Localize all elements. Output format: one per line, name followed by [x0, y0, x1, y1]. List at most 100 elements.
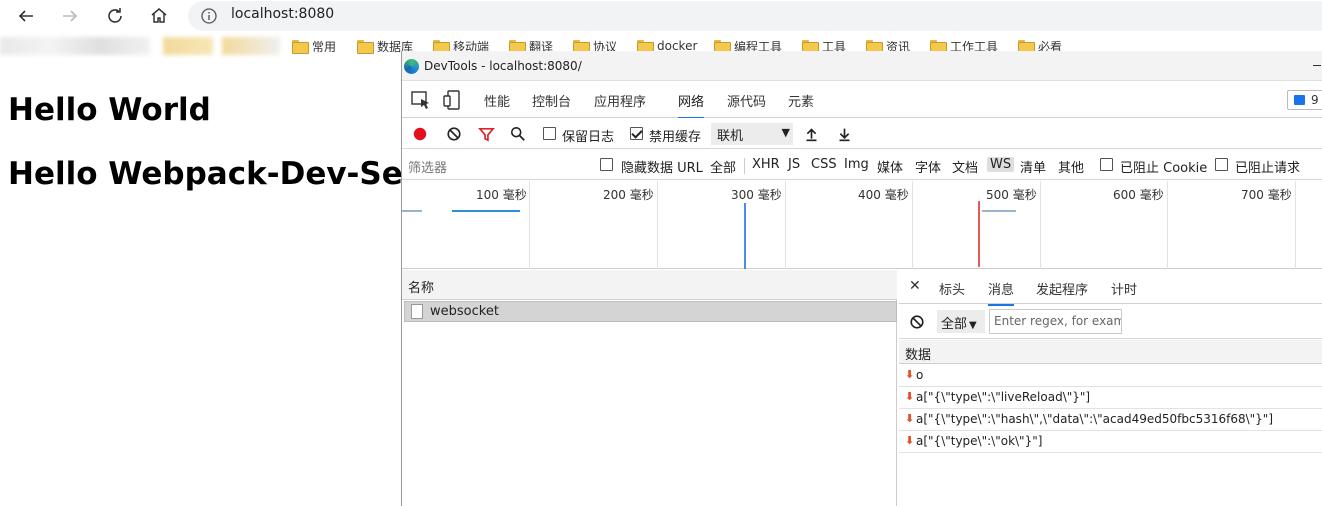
filter-funnel-icon — [477, 127, 495, 142]
close-icon[interactable]: ✕ — [909, 278, 921, 294]
upload-icon — [806, 127, 816, 141]
dropdown-caret-icon: ▼ — [781, 126, 790, 139]
list-item[interactable]: ⬇ a["{\"type\":\"ok\"}"] — [899, 431, 1322, 453]
tab-network[interactable]: 网络 — [678, 91, 705, 119]
search-button[interactable] — [509, 125, 527, 143]
list-item[interactable]: ⬇ o — [899, 365, 1322, 387]
detail-tab-bar: ✕ 标头 消息 发起程序 计时 — [899, 270, 1322, 306]
table-row[interactable]: websocket — [404, 301, 897, 322]
preserve-log-checkbox[interactable] — [543, 127, 556, 140]
timeline-gridline — [1040, 181, 1041, 269]
address-bar[interactable]: localhost:8080 — [188, 1, 1322, 31]
filter-type-js[interactable]: JS — [788, 157, 800, 172]
url-text[interactable]: localhost:8080 — [231, 6, 334, 22]
tab-performance[interactable]: 性能 — [484, 91, 510, 110]
tab-console[interactable]: 控制台 — [532, 91, 571, 110]
request-name[interactable]: websocket — [430, 304, 499, 319]
timeline-gridline — [657, 181, 658, 269]
received-arrow-icon: ⬇ — [905, 368, 915, 381]
request-detail-pane: ✕ 标头 消息 发起程序 计时 全部 ▼ Enter regex, for exa… — [899, 270, 1322, 506]
filter-type-img[interactable]: Img — [844, 157, 869, 172]
devtools-window: DevTools - localhost:8080/ 性能 控制台 应用程序 网… — [401, 51, 1322, 506]
filter-type-css[interactable]: CSS — [811, 157, 837, 172]
message-text[interactable]: a["{\"type\":\"ok\"}"] — [916, 434, 1042, 448]
browser-toolbar: localhost:8080 — [0, 0, 1322, 32]
blurred-bookmark — [0, 37, 150, 55]
device-toolbar-icon[interactable] — [442, 90, 464, 110]
disable-cache-label[interactable]: 禁用缓存 — [649, 126, 701, 145]
filter-type-all[interactable]: 全部 — [710, 157, 736, 176]
filter-input[interactable]: 筛选器 — [408, 154, 586, 176]
tab-messages[interactable]: 消息 — [988, 279, 1015, 306]
filter-type-font[interactable]: 字体 — [915, 157, 941, 176]
timeline-tick-label: 400 毫秒 — [858, 188, 909, 202]
data-column-header: 数据 — [905, 348, 932, 363]
issues-count: 9 — [1311, 93, 1319, 107]
tab-elements[interactable]: 元素 — [788, 91, 814, 110]
clear-button[interactable] — [445, 125, 463, 143]
devtools-titlebar: DevTools - localhost:8080/ — [402, 51, 1322, 81]
message-type-select[interactable]: 全部 ▼ — [937, 310, 985, 333]
blocked-cookies-checkbox[interactable] — [1100, 158, 1113, 171]
dropdown-caret-icon: ▼ — [969, 320, 977, 331]
filter-toggle-button[interactable] — [477, 125, 495, 143]
timeline-tick-label: 500 毫秒 — [986, 188, 1037, 202]
home-icon — [151, 8, 167, 23]
download-icon — [839, 128, 849, 141]
back-button[interactable] — [14, 4, 38, 28]
filter-type-other[interactable]: 其他 — [1058, 157, 1084, 176]
filter-type-media[interactable]: 媒体 — [877, 157, 903, 176]
divider — [744, 158, 745, 174]
load-event-marker — [978, 201, 980, 267]
timeline-gridline — [785, 181, 786, 269]
message-icon — [1294, 95, 1305, 105]
hide-data-urls-label[interactable]: 隐藏数据 URL — [621, 157, 703, 176]
request-list-header[interactable]: 名称 — [402, 270, 897, 300]
name-column-header[interactable]: 名称 — [408, 277, 434, 296]
throttle-select[interactable]: 联机 ▼ — [711, 123, 793, 145]
message-text[interactable]: o — [916, 368, 923, 382]
request-list: 名称 websocket — [402, 270, 897, 506]
forward-arrow-icon — [63, 10, 78, 22]
blocked-requests-checkbox[interactable] — [1215, 158, 1228, 171]
record-button[interactable] — [411, 125, 429, 143]
hide-data-urls-checkbox[interactable] — [600, 158, 613, 171]
message-regex-input[interactable]: Enter regex, for exam — [989, 309, 1122, 334]
blocked-cookies-label[interactable]: 已阻止 Cookie — [1120, 157, 1207, 176]
bookmark-folder[interactable]: 常用 — [292, 37, 336, 55]
timeline-gridline — [1295, 181, 1296, 269]
clear-messages-icon[interactable] — [909, 314, 925, 330]
timeline-request-bar — [452, 210, 520, 212]
tab-initiator[interactable]: 发起程序 — [1036, 279, 1088, 298]
folder-icon — [292, 40, 309, 54]
back-arrow-icon — [18, 10, 33, 22]
preserve-log-label[interactable]: 保留日志 — [562, 126, 614, 145]
message-text[interactable]: a["{\"type\":\"hash\",\"data\":\"acad49e… — [916, 412, 1273, 426]
import-har-button[interactable] — [802, 125, 820, 143]
filter-type-manifest[interactable]: 清单 — [1020, 157, 1046, 176]
received-arrow-icon: ⬇ — [905, 434, 915, 447]
info-icon[interactable] — [200, 7, 218, 25]
tab-sources[interactable]: 源代码 — [727, 91, 766, 110]
blocked-requests-label[interactable]: 已阻止请求 — [1235, 157, 1300, 176]
filter-type-doc[interactable]: 文档 — [952, 157, 978, 176]
search-icon — [510, 126, 525, 141]
list-item[interactable]: ⬇ a["{\"type\":\"liveReload\"}"] — [899, 387, 1322, 409]
filter-type-xhr[interactable]: XHR — [752, 157, 780, 172]
filter-type-ws[interactable]: WS — [987, 157, 1015, 172]
export-har-button[interactable] — [835, 125, 853, 143]
disable-cache-checkbox[interactable] — [630, 127, 643, 140]
minimize-icon[interactable] — [1313, 65, 1321, 66]
home-button[interactable] — [147, 4, 171, 28]
message-text[interactable]: a["{\"type\":\"liveReload\"}"] — [916, 390, 1090, 404]
network-overview-timeline[interactable]: 100 毫秒 200 毫秒 300 毫秒 400 毫秒 500 毫秒 600 毫… — [402, 181, 1322, 269]
reload-button[interactable] — [103, 4, 127, 28]
inspect-element-icon[interactable] — [410, 90, 432, 110]
timeline-gridline — [1167, 181, 1168, 269]
forward-button[interactable] — [58, 4, 82, 28]
tab-application[interactable]: 应用程序 — [594, 91, 646, 110]
list-item[interactable]: ⬇ a["{\"type\":\"hash\",\"data\":\"acad4… — [899, 409, 1322, 431]
issues-badge[interactable]: 9 — [1287, 90, 1322, 110]
tab-headers[interactable]: 标头 — [939, 279, 965, 298]
tab-timing[interactable]: 计时 — [1111, 279, 1137, 298]
